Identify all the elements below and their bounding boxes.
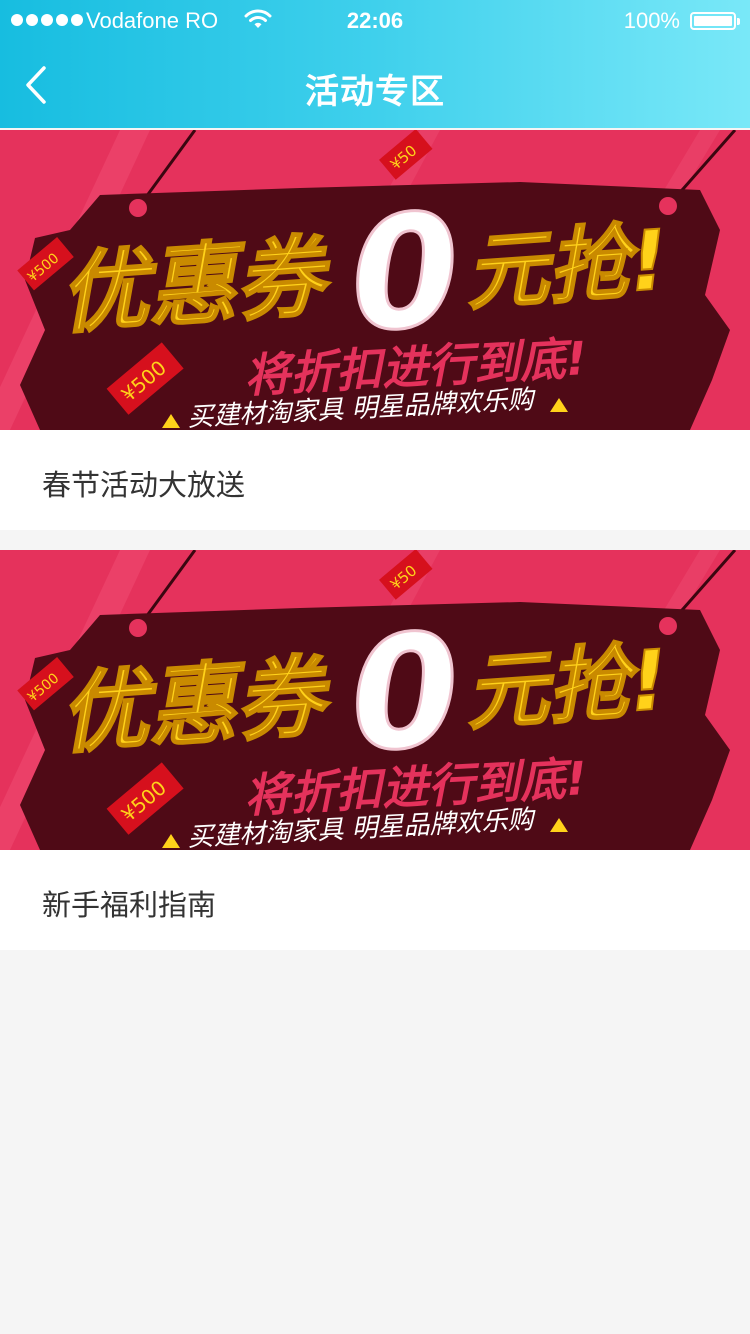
activity-title[interactable]: 春节活动大放送 — [42, 462, 245, 504]
banner-headline-1: 优惠券 — [56, 224, 335, 346]
promo-banner-image[interactable]: 优惠券 0 元抢! 将折扣进行到底! 买建材淘家具 明星品牌欢乐购 ¥500 ¥… — [0, 550, 750, 850]
banner-headline-2: 元抢! — [463, 633, 671, 742]
banner-headline-1: 优惠券 — [56, 644, 335, 766]
activity-title[interactable]: 新手福利指南 — [42, 882, 216, 924]
page-title: 活动专区 — [305, 72, 445, 112]
header: Vodafone RO 22:06 100% 活动专区 — [0, 0, 750, 128]
battery-percent: 100% — [623, 8, 680, 33]
status-bar: Vodafone RO 22:06 100% — [0, 0, 750, 40]
battery-icon — [690, 12, 740, 30]
activity-card[interactable]: 优惠券 0 元抢! 将折扣进行到底! 买建材淘家具 明星品牌欢乐购 ¥500 ¥… — [0, 130, 750, 530]
promo-banner-image[interactable]: 优惠券 0 元抢! 将折扣进行到底! 买建材淘家具 明星品牌欢乐购 ¥500 ¥… — [0, 130, 750, 430]
banner-headline-2: 元抢! — [463, 213, 671, 322]
activity-card[interactable]: 优惠券 0 元抢! 将折扣进行到底! 买建材淘家具 明星品牌欢乐购 ¥500 ¥… — [0, 550, 750, 950]
navigation-bar: 活动专区 — [0, 40, 750, 128]
